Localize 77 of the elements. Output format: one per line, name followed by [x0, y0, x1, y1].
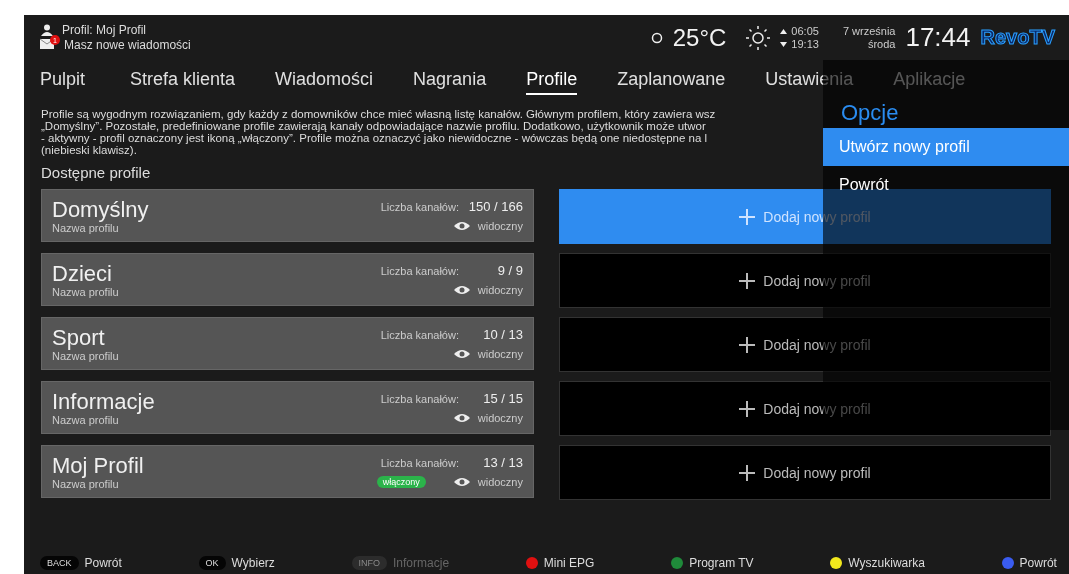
nav-tab[interactable]: Wiadomości: [275, 65, 374, 95]
nav-tab[interactable]: Nagrania: [413, 65, 487, 95]
sunrise-time: 06:05: [791, 24, 819, 38]
eye-icon: [453, 221, 470, 231]
plus-icon: [739, 464, 756, 481]
channels-label: Liczba kanałów:: [380, 456, 459, 469]
profile-card[interactable]: Sport Nazwa profilu Liczba kanałów: 10 / 13 widoczny: [41, 317, 534, 370]
nav-tab[interactable]: Strefa klienta: [130, 65, 236, 95]
plus-icon: [739, 400, 756, 417]
clock: 17:44: [905, 22, 971, 53]
channels-label: Liczba kanałów:: [380, 392, 459, 405]
messages-status: Masz nowe wiadomości: [64, 38, 191, 52]
plus-icon: [739, 336, 756, 353]
options-title: Opcje: [841, 100, 899, 126]
channels-count: 9 / 9: [496, 263, 523, 278]
key-hint: Powrót: [84, 556, 122, 570]
down-arrow-icon: [780, 41, 788, 47]
eye-icon: [453, 349, 470, 359]
nav-tab[interactable]: Profile: [526, 65, 578, 95]
user-icon: [40, 24, 54, 36]
channels-count: 15 / 15: [482, 391, 523, 406]
eye-icon: [453, 285, 470, 295]
visibility-status: widoczny: [477, 412, 523, 424]
nav-tab[interactable]: Zaplanowane: [617, 65, 726, 95]
up-arrow-icon: [780, 28, 788, 34]
temperature: 25°C: [672, 23, 727, 52]
channels-label: Liczba kanałów:: [380, 328, 459, 341]
sun-icon: [746, 25, 771, 50]
key-hint: Powrót: [1019, 556, 1057, 570]
weekday: środa: [867, 37, 896, 51]
profile-name: Sport: [52, 325, 106, 350]
visibility-status: widoczny: [477, 348, 523, 360]
description-text: Profile są wygodnym rozwiązaniem, gdy każdy z domowników chce mieć własną listę kanałów. Głównym profilem, który zawiera wsz „Domyślny”. Pozostałe, predefiniowane profile zawierają kanały odpowiadające nazwie profilu. Dodatkowo, użytkownik może utwor - aktywny - profil oznaczony jest ikoną „włączony”. Profile można oznaczyć jako niewidoczne - wówczas będą one niedostępne na l (niebieski klawisz).: [41, 108, 717, 156]
visibility-status: widoczny: [477, 476, 523, 488]
nav-tab[interactable]: Pulpit: [40, 65, 86, 95]
profile-name: Domyślny: [52, 197, 149, 222]
visibility-status: widoczny: [477, 284, 523, 296]
profile-card[interactable]: Dzieci Nazwa profilu Liczba kanałów: 9 / 9 widoczny: [41, 253, 534, 306]
profile-name: Moj Profil: [52, 453, 144, 478]
active-badge: włączony: [376, 476, 426, 488]
key-hint: Wybierz: [231, 556, 275, 570]
key-hint: Informacje: [393, 556, 450, 570]
add-profile-button[interactable]: Dodaj nowy profil: [559, 381, 1051, 436]
sunset-time: 19:13: [791, 37, 819, 51]
profile-card[interactable]: Informacje Nazwa profilu Liczba kanałów: 15 / 15 widoczny: [41, 381, 534, 434]
profile-card[interactable]: Moj Profil Nazwa profilu Liczba kanałów: 13 / 13 włączony widoczny: [41, 445, 534, 498]
profile-subtitle: Nazwa profilu: [52, 349, 119, 362]
remote-key: INFO: [351, 556, 388, 570]
date: 7 września: [842, 24, 896, 38]
remote-key: BACK: [40, 556, 79, 570]
profile-subtitle: Nazwa profilu: [52, 221, 119, 234]
profile-name: Dzieci: [52, 261, 113, 286]
section-title: Dostępne profile: [41, 164, 151, 181]
channels-count: 13 / 13: [482, 455, 523, 470]
eye-icon: [453, 413, 470, 423]
profile-subtitle: Nazwa profilu: [52, 413, 119, 426]
eye-icon: [453, 477, 470, 487]
profile-card[interactable]: Domyślny Nazwa profilu Liczba kanałów: 150 / 166 widoczny: [41, 189, 534, 242]
add-profile-button[interactable]: Dodaj nowy profil: [559, 253, 1051, 308]
key-hint: Wyszukiwarka: [848, 556, 925, 570]
profile-status: Profil: Moj Profil: [62, 23, 147, 37]
plus-icon: [739, 272, 756, 289]
nav-tab[interactable]: Ustawienia: [765, 65, 854, 95]
channels-count: 150 / 166: [467, 199, 523, 214]
channels-count: 10 / 13: [482, 327, 523, 342]
remote-key: OK: [198, 556, 226, 570]
add-profile-button[interactable]: Dodaj nowy profil: [559, 445, 1051, 500]
profile-subtitle: Nazwa profilu: [52, 477, 120, 490]
visibility-status: widoczny: [477, 220, 523, 232]
channels-label: Liczba kanałów:: [380, 264, 459, 277]
profile-subtitle: Nazwa profilu: [52, 285, 119, 298]
key-hint: Mini EPG: [543, 556, 595, 570]
key-hint: Program TV: [689, 556, 754, 570]
logo: RevoTV: [980, 26, 1055, 49]
add-profile-button[interactable]: Dodaj nowy profil: [559, 317, 1051, 372]
profile-name: Informacje: [52, 389, 155, 414]
channels-label: Liczba kanałów:: [380, 200, 459, 213]
